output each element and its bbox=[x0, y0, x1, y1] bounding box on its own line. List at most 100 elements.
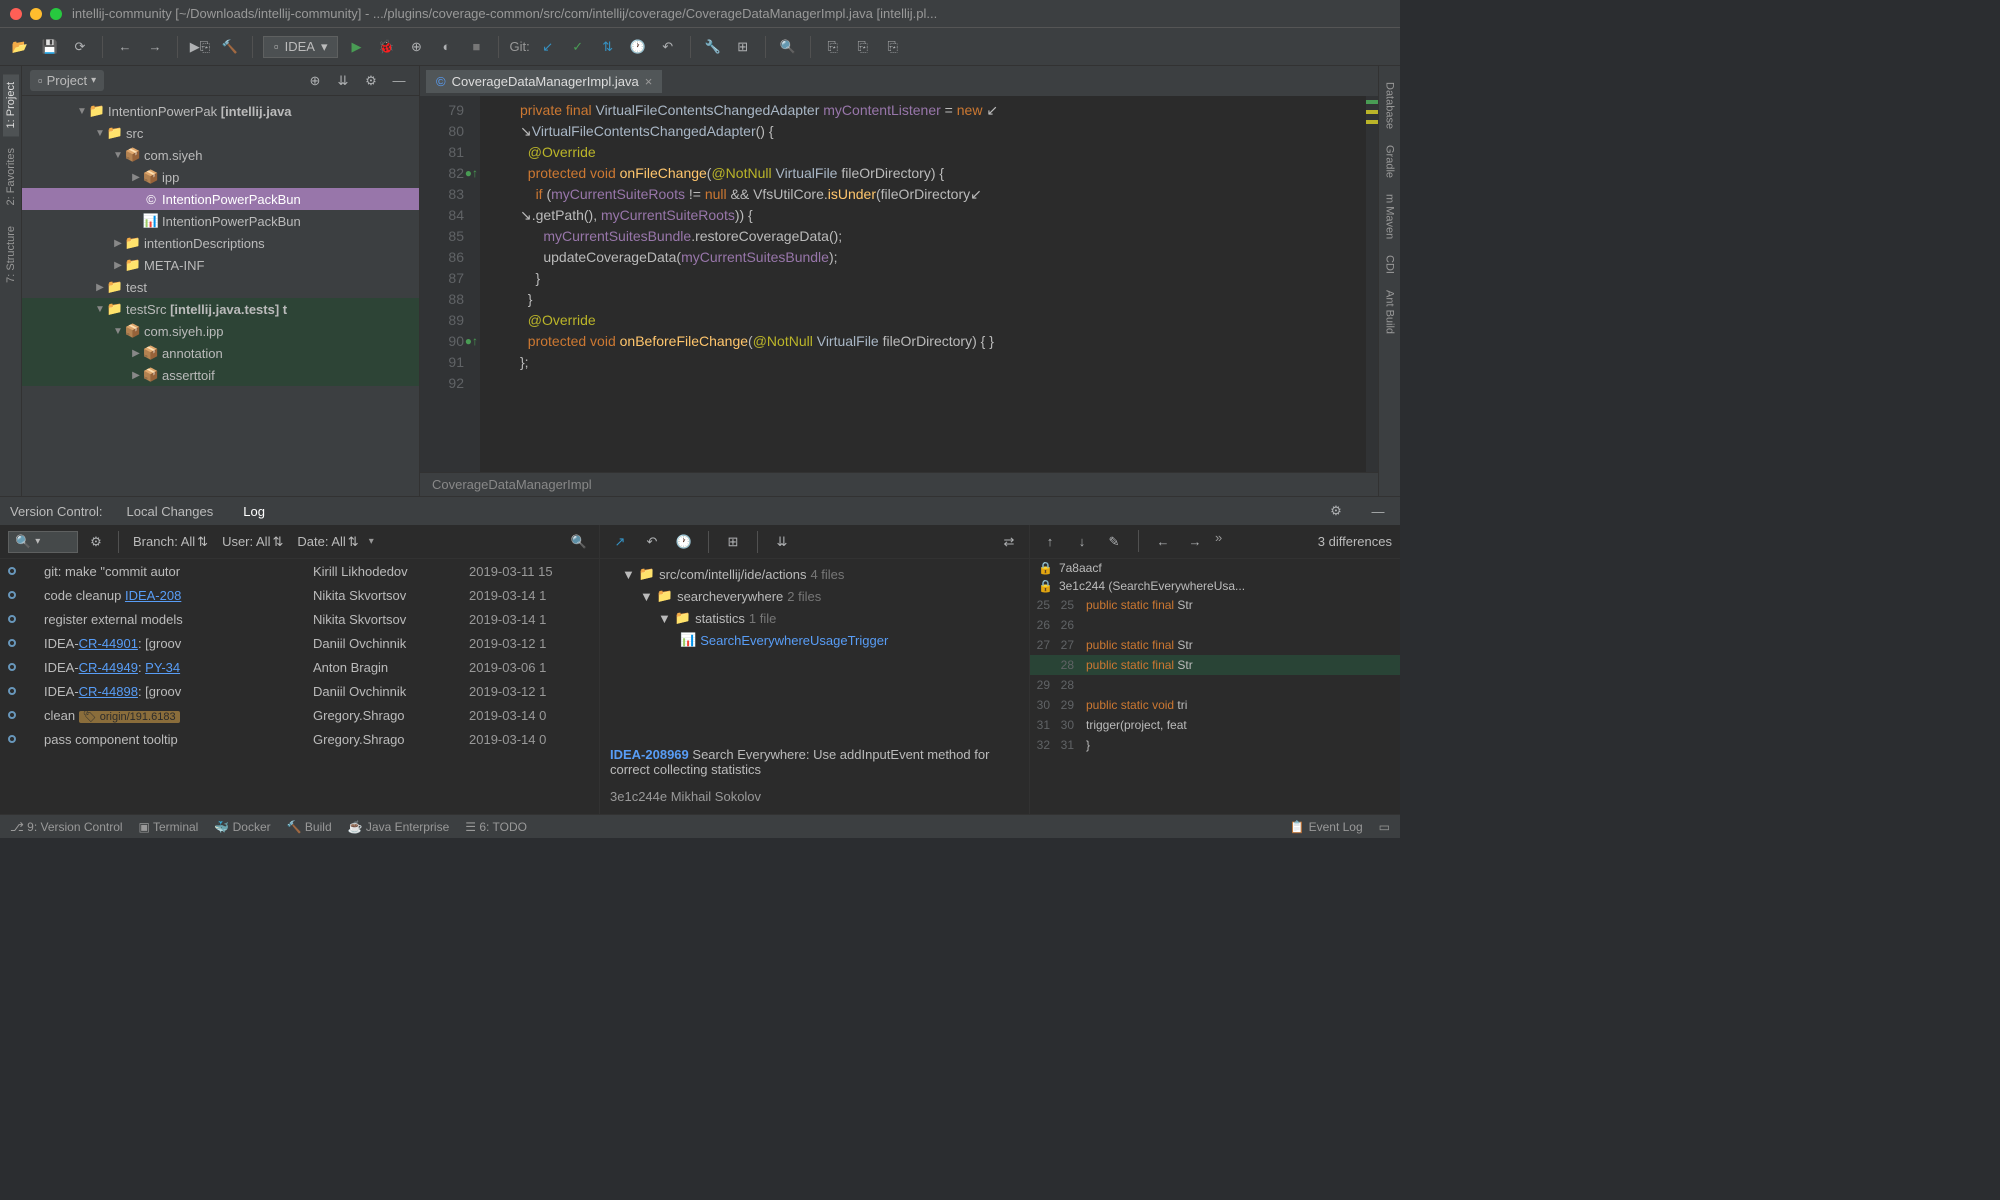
tab-log[interactable]: Log bbox=[237, 500, 271, 523]
vc-hide-icon[interactable]: — bbox=[1366, 499, 1390, 523]
search-icon[interactable]: 🔍 bbox=[776, 35, 800, 59]
prev-diff-icon[interactable]: ↑ bbox=[1038, 530, 1062, 554]
left-strip-tab[interactable]: 2: Favorites bbox=[3, 140, 19, 213]
editor-tab[interactable]: © CoverageDataManagerImpl.java × bbox=[426, 70, 662, 93]
tree-row[interactable]: ©IntentionPowerPackBun bbox=[22, 188, 419, 210]
left-strip-tab[interactable]: 7: Structure bbox=[3, 218, 19, 291]
undo-icon[interactable]: ↶ bbox=[640, 530, 664, 554]
stop-icon[interactable]: ■ bbox=[464, 35, 488, 59]
commit-row[interactable]: code cleanup IDEA-208Nikita Skvortsov201… bbox=[0, 583, 599, 607]
file-row[interactable]: ▼ 📁 searcheverywhere 2 files bbox=[604, 585, 1025, 607]
group-icon[interactable]: ⊞ bbox=[721, 530, 745, 554]
open-icon[interactable]: 📂 bbox=[8, 35, 32, 59]
close-tab-icon[interactable]: × bbox=[645, 74, 653, 89]
next-file-icon[interactable]: → bbox=[1183, 530, 1207, 554]
tree-row[interactable]: ▼📁src bbox=[22, 122, 419, 144]
commit-row[interactable]: git: make "commit autorKirill Likhodedov… bbox=[0, 559, 599, 583]
action1-icon[interactable]: ⎘ bbox=[821, 35, 845, 59]
user-filter[interactable]: User: All⇅ bbox=[218, 534, 287, 550]
file-row[interactable]: 📊 SearchEverywhereUsageTrigger bbox=[604, 629, 1025, 651]
commit-row[interactable]: clean 🏷 origin/191.6183Gregory.Shrago201… bbox=[0, 703, 599, 727]
project-structure-icon[interactable]: ⊞ bbox=[731, 35, 755, 59]
footer-button[interactable]: 🔨 Build bbox=[287, 820, 332, 834]
commit-row[interactable]: pass component tooltipGregory.Shrago2019… bbox=[0, 727, 599, 751]
event-log-button[interactable]: 📋 Event Log bbox=[1290, 820, 1363, 834]
gear-icon[interactable]: ⚙ bbox=[359, 69, 383, 93]
compile-icon[interactable]: ▶⎘ bbox=[188, 35, 212, 59]
expand-icon[interactable]: ⇊ bbox=[770, 530, 794, 554]
refresh-icon[interactable]: ⟳ bbox=[68, 35, 92, 59]
action2-icon[interactable]: ⎘ bbox=[851, 35, 875, 59]
vc-gear-icon[interactable]: ⚙ bbox=[1324, 499, 1348, 523]
git-update-icon[interactable]: ↙ bbox=[536, 35, 560, 59]
log-search-input[interactable]: 🔍▾ bbox=[8, 531, 78, 553]
save-icon[interactable]: 💾 bbox=[38, 35, 62, 59]
files-tree[interactable]: ▼ 📁 src/com/intellij/ide/actions 4 files… bbox=[600, 559, 1029, 737]
minimize-window[interactable] bbox=[30, 8, 42, 20]
branch-filter[interactable]: Branch: All⇅ bbox=[129, 534, 212, 550]
editor-gutter[interactable]: 79808182●↑8384858687888990●↑9192 bbox=[420, 96, 480, 472]
footer-button[interactable]: ▣ Terminal bbox=[139, 820, 199, 834]
editor-content[interactable]: private final VirtualFileContentsChanged… bbox=[480, 96, 1366, 472]
file-row[interactable]: ▼ 📁 statistics 1 file bbox=[604, 607, 1025, 629]
prev-file-icon[interactable]: ← bbox=[1151, 530, 1175, 554]
forward-icon[interactable]: → bbox=[143, 35, 167, 59]
diff-icon[interactable]: ⇄ bbox=[997, 530, 1021, 554]
tree-row[interactable]: 📊IntentionPowerPackBun bbox=[22, 210, 419, 232]
tree-row[interactable]: ▶📦annotation bbox=[22, 342, 419, 364]
run-config-selector[interactable]: ▫IDEA▾ bbox=[263, 36, 338, 58]
tree-row[interactable]: ▶📦ipp bbox=[22, 166, 419, 188]
right-strip-tab[interactable]: CDI bbox=[1382, 247, 1398, 282]
file-row[interactable]: ▼ 📁 src/com/intellij/ide/actions 4 files bbox=[604, 563, 1025, 585]
right-strip-tab[interactable]: Database bbox=[1382, 74, 1398, 137]
left-strip-tab[interactable]: 1: Project bbox=[3, 74, 19, 136]
coverage-icon[interactable]: ⊕ bbox=[404, 35, 428, 59]
log-gear-icon[interactable]: ⚙ bbox=[84, 530, 108, 554]
tree-row[interactable]: ▶📦asserttoif bbox=[22, 364, 419, 386]
git-commit-icon[interactable]: ✓ bbox=[566, 35, 590, 59]
right-strip-tab[interactable]: Gradle bbox=[1382, 137, 1398, 186]
right-strip-tab[interactable]: m Maven bbox=[1382, 186, 1398, 247]
close-window[interactable] bbox=[10, 8, 22, 20]
run-icon[interactable]: ▶ bbox=[344, 35, 368, 59]
commit-row[interactable]: IDEA-CR-44898: [groovDaniil Ovchinnik201… bbox=[0, 679, 599, 703]
log-search-icon[interactable]: 🔍 bbox=[567, 530, 591, 554]
footer-button[interactable]: ☕ Java Enterprise bbox=[348, 820, 450, 834]
footer-button[interactable]: ⎇ 9: Version Control bbox=[10, 820, 123, 834]
action3-icon[interactable]: ⎘ bbox=[881, 35, 905, 59]
commit-row[interactable]: register external modelsNikita Skvortsov… bbox=[0, 607, 599, 631]
right-strip-tab[interactable]: Ant Build bbox=[1382, 282, 1398, 342]
debug-icon[interactable]: 🐞 bbox=[374, 35, 398, 59]
settings-icon[interactable]: 🔧 bbox=[701, 35, 725, 59]
error-stripe[interactable] bbox=[1366, 96, 1378, 472]
scroll-source-icon[interactable]: ⊕ bbox=[303, 69, 327, 93]
commit-list[interactable]: git: make "commit autorKirill Likhodedov… bbox=[0, 559, 599, 814]
tree-row[interactable]: ▶📁META-INF bbox=[22, 254, 419, 276]
tree-row[interactable]: ▼📦com.siyeh.ipp bbox=[22, 320, 419, 342]
cherry-pick-icon[interactable]: ↗ bbox=[608, 530, 632, 554]
git-history-icon[interactable]: 🕐 bbox=[626, 35, 650, 59]
tab-local-changes[interactable]: Local Changes bbox=[121, 500, 220, 523]
build-icon[interactable]: 🔨 bbox=[218, 35, 242, 59]
next-diff-icon[interactable]: ↓ bbox=[1070, 530, 1094, 554]
commit-row[interactable]: IDEA-CR-44949: PY-34Anton Bragin2019-03-… bbox=[0, 655, 599, 679]
git-compare-icon[interactable]: ⇅ bbox=[596, 35, 620, 59]
collapse-icon[interactable]: ⇊ bbox=[331, 69, 355, 93]
commit-row[interactable]: IDEA-CR-44901: [groovDaniil Ovchinnik201… bbox=[0, 631, 599, 655]
back-icon[interactable]: ← bbox=[113, 35, 137, 59]
tree-row[interactable]: ▼📁IntentionPowerPak [intellij.java bbox=[22, 100, 419, 122]
tree-row[interactable]: ▼📁testSrc [intellij.java.tests] t bbox=[22, 298, 419, 320]
project-tree[interactable]: ▼📁IntentionPowerPak [intellij.java▼📁src ▼… bbox=[22, 96, 419, 496]
maximize-window[interactable] bbox=[50, 8, 62, 20]
footer-button[interactable]: 🐳 Docker bbox=[214, 820, 270, 834]
edit-icon[interactable]: ✎ bbox=[1102, 530, 1126, 554]
date-filter[interactable]: Date: All⇅ bbox=[293, 534, 362, 550]
status-indicator[interactable]: ▭ bbox=[1379, 820, 1390, 834]
footer-button[interactable]: ☰ 6: TODO bbox=[465, 820, 527, 834]
hide-icon[interactable]: — bbox=[387, 69, 411, 93]
clock-icon[interactable]: 🕐 bbox=[672, 530, 696, 554]
breadcrumb[interactable]: CoverageDataManagerImpl bbox=[420, 472, 1378, 496]
git-revert-icon[interactable]: ↶ bbox=[656, 35, 680, 59]
diff-viewer[interactable]: 🔒7a8aacf 🔒3e1c244 (SearchEverywhereUsa..… bbox=[1030, 559, 1400, 814]
tree-row[interactable]: ▶📁intentionDescriptions bbox=[22, 232, 419, 254]
